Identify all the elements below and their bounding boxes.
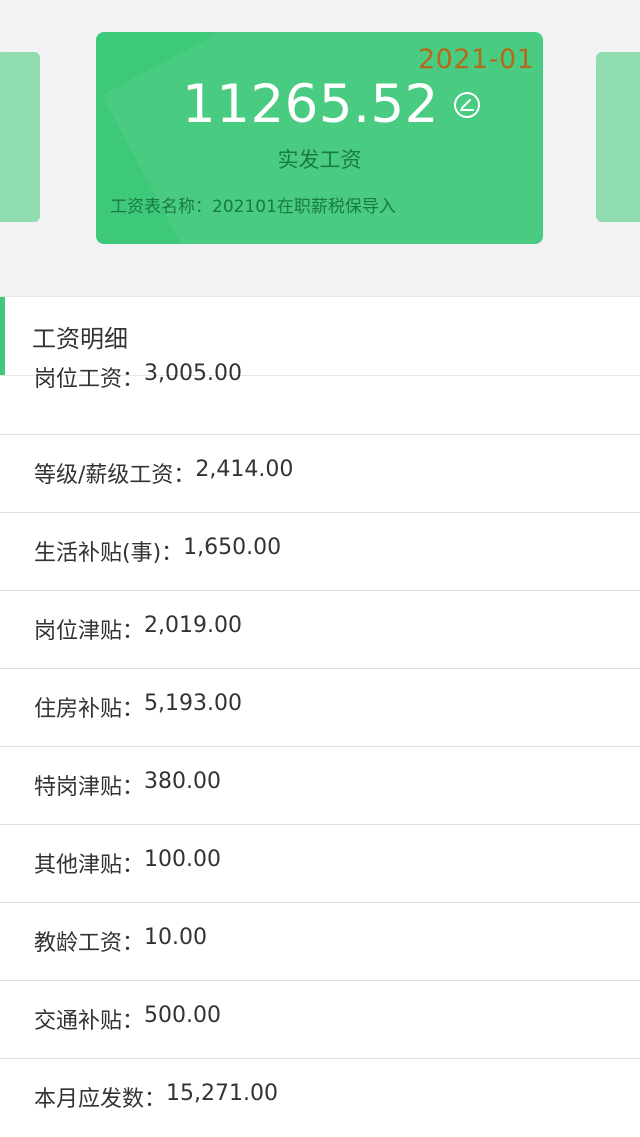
net-salary-amount: 11265.52	[182, 74, 439, 135]
item-label: 教龄工资：	[34, 931, 145, 956]
list-item-jiaotong-butie: 交通补贴： 500.00	[0, 981, 640, 1059]
list-item-benyue-yingfa: 本月应发数： 15,271.00	[0, 1059, 640, 1137]
salary-sheet-name-value: 202101在职薪税保导入	[212, 197, 396, 217]
next-salary-card[interactable]	[596, 52, 640, 222]
item-label: 其他津贴：	[34, 853, 145, 878]
item-value: 500.00	[144, 1003, 221, 1028]
current-salary-card[interactable]: 2021-01 11265.52 实发工资 工资表名称： 202101在职薪税保…	[96, 32, 543, 244]
item-value: 2,414.00	[195, 457, 294, 482]
salary-card-carousel[interactable]: 2021-01 11265.52 实发工资 工资表名称： 202101在职薪税保…	[0, 0, 640, 296]
item-label: 特岗津贴：	[34, 775, 145, 800]
list-item-zhufang-butie: 住房补贴： 5,193.00	[0, 669, 640, 747]
list-item-jiaoling-gongzi: 教龄工资： 10.00	[0, 903, 640, 981]
item-value: 15,271.00	[166, 1081, 278, 1106]
list-item-shenghuo-butie: 生活补贴(事)： 1,650.00	[0, 513, 640, 591]
previous-salary-card[interactable]	[0, 52, 40, 222]
item-label: 生活补贴(事)：	[34, 541, 184, 566]
item-label: 岗位津贴：	[34, 619, 145, 644]
section-title: 工资明细	[32, 325, 128, 353]
item-label: 本月应发数：	[34, 1087, 167, 1112]
item-label: 交通补贴：	[34, 1009, 145, 1034]
item-value: 380.00	[144, 769, 221, 794]
salary-period: 2021-01	[418, 44, 535, 75]
item-label: 岗位工资：	[34, 367, 145, 392]
list-item-gangwei-jintie: 岗位津贴： 2,019.00	[0, 591, 640, 669]
item-label: 住房补贴：	[34, 697, 145, 722]
item-value: 100.00	[144, 847, 221, 872]
list-item-xinji-gongzi: 等级/薪级工资： 2,414.00	[0, 435, 640, 513]
net-salary-row: 11265.52	[182, 74, 481, 135]
edit-pencil-circle-icon[interactable]	[453, 91, 481, 119]
item-label: 等级/薪级工资：	[34, 463, 196, 488]
list-item-gangwei-gongzi: 岗位工资： 3,005.00	[0, 357, 640, 435]
list-item-qita-jintie: 其他津贴： 100.00	[0, 825, 640, 903]
salary-sheet-name: 工资表名称： 202101在职薪税保导入	[110, 192, 396, 217]
item-value: 2,019.00	[144, 613, 242, 638]
item-value: 10.00	[144, 925, 207, 950]
item-value: 3,005.00	[144, 361, 242, 386]
salary-sheet-name-label: 工资表名称：	[110, 197, 212, 217]
net-salary-label: 实发工资	[277, 148, 362, 172]
item-value: 1,650.00	[183, 535, 282, 560]
item-value: 5,193.00	[144, 691, 242, 716]
list-item-tegang-jintie: 特岗津贴： 380.00	[0, 747, 640, 825]
